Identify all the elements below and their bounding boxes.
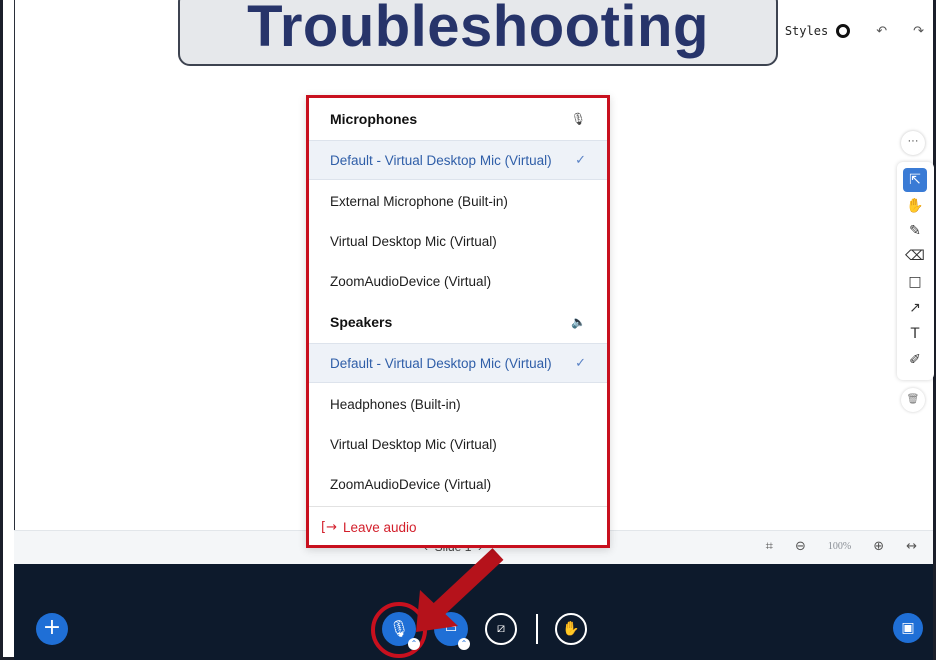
speaker-icon: 🔈 xyxy=(571,315,586,329)
more-options-button[interactable]: ··· xyxy=(901,131,925,155)
leave-icon: [→ xyxy=(321,519,337,535)
zoom-in-icon[interactable]: ⊕ xyxy=(873,539,884,554)
trash-icon[interactable]: 🗑 xyxy=(901,388,925,412)
actions-plus-button[interactable]: + xyxy=(36,613,68,645)
pencil-tool-icon[interactable]: ✎ xyxy=(903,219,927,243)
rectangle-tool-icon[interactable]: □ xyxy=(903,270,927,294)
toolbar-divider xyxy=(536,614,538,644)
styles-label: Styles xyxy=(784,24,829,38)
mic-option[interactable]: ZoomAudioDevice (Virtual) xyxy=(309,261,607,301)
speaker-option-label: Virtual Desktop Mic (Virtual) xyxy=(330,436,497,452)
speakers-header: Speakers 🔈 xyxy=(309,302,607,342)
check-icon: ✓ xyxy=(575,355,586,371)
audio-device-menu: Microphones 🎙 Default - Virtual Desktop … xyxy=(306,95,610,548)
graph-icon[interactable]: ⌗ xyxy=(766,539,773,554)
zoom-controls: ⌗ ⊖ 100% ⊕ ↔ xyxy=(766,539,917,554)
drawing-toolbar: ⇱ ✋ ✎ ⌫ □ ↗ T ✐ xyxy=(897,162,934,380)
zoom-level: 100% xyxy=(827,541,852,552)
mic-icon: 🎙 xyxy=(388,619,410,638)
mic-option[interactable]: External Microphone (Built-in) xyxy=(309,181,607,221)
undo-icon[interactable]: ↶ xyxy=(876,24,887,39)
camera-caret-icon[interactable]: ⌃ xyxy=(458,638,470,650)
pan-tool-icon[interactable]: ✋ xyxy=(903,194,927,218)
speaker-option[interactable]: ZoomAudioDevice (Virtual) xyxy=(309,464,607,504)
mic-caret-icon[interactable]: ⌃ xyxy=(408,638,420,650)
title-banner: Troubleshooting xyxy=(178,0,778,66)
redo-icon[interactable]: ↷ xyxy=(913,24,924,39)
mic-option-label: Virtual Desktop Mic (Virtual) xyxy=(330,233,497,249)
zoom-out-icon[interactable]: ⊖ xyxy=(795,539,806,554)
styles-color-icon xyxy=(836,24,851,38)
microphones-header-label: Microphones xyxy=(330,111,418,127)
select-tool-icon[interactable]: ⇱ xyxy=(903,168,927,192)
fit-width-icon[interactable]: ↔ xyxy=(906,539,917,554)
presentation-icon: ▣ xyxy=(901,620,915,636)
mic-option-label: External Microphone (Built-in) xyxy=(330,193,508,209)
raise-hand-icon: ✋ xyxy=(562,621,580,637)
speaker-option-label: Headphones (Built-in) xyxy=(330,396,461,412)
speaker-option[interactable]: Headphones (Built-in) xyxy=(309,384,607,424)
styles-button[interactable]: Styles xyxy=(784,24,851,38)
speakers-header-label: Speakers xyxy=(330,314,393,330)
mic-option[interactable]: Virtual Desktop Mic (Virtual) xyxy=(309,221,607,261)
callout-arrow-icon xyxy=(416,548,504,632)
mic-option[interactable]: Default - Virtual Desktop Mic (Virtual) … xyxy=(309,140,607,180)
mic-option-label: Default - Virtual Desktop Mic (Virtual) xyxy=(330,152,552,168)
speaker-option[interactable]: Default - Virtual Desktop Mic (Virtual) … xyxy=(309,343,607,383)
arrow-tool-icon[interactable]: ↗ xyxy=(903,296,927,320)
speaker-option-label: Default - Virtual Desktop Mic (Virtual) xyxy=(330,355,552,371)
top-toolbar: Styles ↶ ↷ xyxy=(785,16,924,46)
mic-option-label: ZoomAudioDevice (Virtual) xyxy=(330,273,492,289)
presentation-button[interactable]: ▣ xyxy=(893,613,923,643)
note-tool-icon[interactable]: ✐ xyxy=(903,348,927,372)
check-icon: ✓ xyxy=(575,152,586,168)
raise-hand-button[interactable]: ✋ xyxy=(555,613,587,645)
speaker-option[interactable]: Virtual Desktop Mic (Virtual) xyxy=(309,424,607,464)
text-tool-icon[interactable]: T xyxy=(903,322,927,346)
leave-audio-button[interactable]: [→ Leave audio xyxy=(309,506,607,547)
banner-title: Troubleshooting xyxy=(247,0,709,59)
speaker-option-label: ZoomAudioDevice (Virtual) xyxy=(330,476,492,492)
leave-audio-label: Leave audio xyxy=(342,519,417,535)
eraser-tool-icon[interactable]: ⌫ xyxy=(903,244,927,268)
mic-icon: 🎙 xyxy=(570,112,586,126)
microphones-header: Microphones 🎙 xyxy=(309,99,607,139)
